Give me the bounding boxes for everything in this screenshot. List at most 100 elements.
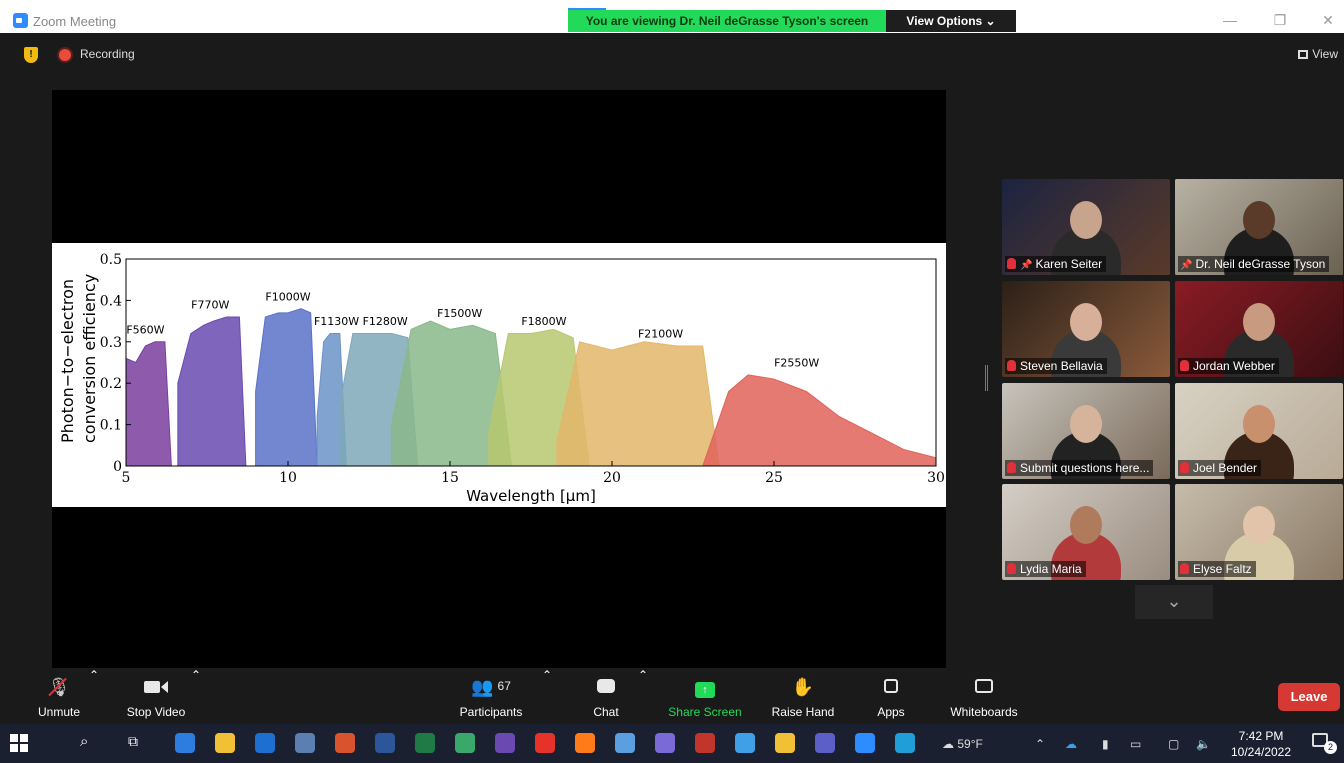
y-tick-label: 0.5 (100, 252, 122, 268)
participant-name-tag: Submit questions here... (1005, 460, 1154, 476)
participant-name: Steven Bellavia (1020, 359, 1103, 373)
participant-tile[interactable]: Submit questions here... (1002, 383, 1170, 479)
apps-button[interactable]: Apps (846, 668, 936, 724)
tray-overflow-chevron-icon[interactable]: ⌃ (1035, 737, 1045, 751)
minimize-icon[interactable]: — (1220, 12, 1240, 28)
participant-face (1243, 201, 1275, 239)
raise-hand-label: Raise Hand (771, 705, 835, 719)
participant-face (1070, 303, 1102, 341)
y-tick-label: 0.2 (100, 376, 122, 392)
taskbar-app-icon[interactable] (855, 733, 875, 753)
chat-chevron-icon[interactable]: ⌃ (637, 668, 649, 724)
taskbar-app-icon[interactable] (215, 733, 235, 753)
view-label: View (1312, 47, 1338, 61)
filter-label: F560W (126, 324, 164, 337)
participant-face (1243, 303, 1275, 341)
participant-tile[interactable]: Joel Bender (1175, 383, 1343, 479)
participant-face (1070, 405, 1102, 443)
y-tick-label: 0 (113, 459, 122, 475)
share-screen-label: Share Screen (668, 705, 742, 719)
stop-video-label: Stop Video (126, 705, 186, 719)
video-options-chevron-icon[interactable]: ⌃ (190, 668, 202, 724)
raise-hand-button[interactable]: ✋ Raise Hand (758, 668, 848, 724)
participant-tile[interactable]: Elyse Faltz (1175, 484, 1343, 580)
participants-chevron-icon[interactable]: ⌃ (541, 668, 553, 724)
raise-hand-icon: ✋ (791, 677, 815, 697)
title-bar: Zoom Meeting You are viewing Dr. Neil de… (0, 0, 1344, 33)
whiteboards-label: Whiteboards (950, 705, 1018, 719)
gallery-next-page-button[interactable]: ⌄ (1135, 585, 1213, 619)
x-tick-label: 25 (765, 470, 783, 486)
close-icon[interactable]: ✕ (1318, 12, 1338, 28)
gallery-view-icon (1298, 50, 1309, 59)
onedrive-icon[interactable]: ☁ (1065, 737, 1077, 751)
muted-microphone-icon (1180, 563, 1189, 574)
volume-icon[interactable]: 🔈 (1196, 737, 1211, 751)
participant-face (1243, 405, 1275, 443)
participant-tile[interactable]: Jordan Webber (1175, 281, 1343, 377)
taskbar-app-icon[interactable] (815, 733, 835, 753)
participant-name-tag: 📌 Karen Seiter (1005, 256, 1107, 272)
view-options-button[interactable]: View Options ⌄ (886, 10, 1016, 32)
windows-start-icon[interactable] (10, 734, 28, 752)
participants-button[interactable]: 👥 67 Participants (446, 668, 536, 724)
x-tick-label: 5 (122, 470, 131, 486)
screen-share-banner: You are viewing Dr. Neil deGrasse Tyson'… (568, 8, 886, 32)
share-screen-icon: ↑ (695, 677, 715, 698)
participant-name-tag: 📌 Dr. Neil deGrasse Tyson (1178, 256, 1330, 272)
share-screen-button[interactable]: ↑ Share Screen (660, 668, 750, 724)
muted-microphone-icon (1007, 258, 1016, 269)
taskbar-app-icon[interactable] (415, 733, 435, 753)
participant-name-tag: Jordan Webber (1178, 358, 1279, 374)
taskbar-app-icon[interactable] (335, 733, 355, 753)
microphone-tray-icon[interactable]: ▮ (1102, 737, 1109, 751)
filter-label: F1000W (265, 290, 310, 303)
taskbar-app-icon[interactable] (655, 733, 675, 753)
filter-throughput-chart: F560W F770W F1000W F1130W F1280W F1500W F1800W… (100, 252, 945, 505)
maximize-icon[interactable]: ❐ (1270, 12, 1290, 28)
muted-microphone-icon: 🎙 (47, 677, 71, 697)
taskbar-app-icon[interactable] (455, 733, 475, 753)
participant-tile[interactable]: Lydia Maria (1002, 484, 1170, 580)
taskbar-app-icon[interactable] (175, 733, 195, 753)
x-axis-label: Wavelength [μm] (466, 487, 596, 505)
taskbar-app-icon[interactable] (495, 733, 515, 753)
recording-label[interactable]: Recording (80, 47, 135, 61)
weather-temperature: 59°F (957, 737, 983, 751)
system-clock[interactable]: 7:42 PM 10/24/2022 (1228, 728, 1294, 760)
filter-label: F1280W (363, 315, 408, 328)
participant-tile[interactable]: Steven Bellavia (1002, 281, 1170, 377)
audio-options-chevron-icon[interactable]: ⌃ (88, 668, 100, 724)
battery-icon[interactable]: ▭ (1130, 737, 1141, 751)
taskbar-app-icon[interactable] (695, 733, 715, 753)
taskbar-app-icon[interactable] (895, 733, 915, 753)
panel-splitter-handle[interactable] (985, 365, 988, 391)
weather-widget[interactable]: ☁ 59°F (942, 737, 983, 751)
taskbar-app-icon[interactable] (295, 733, 315, 753)
taskbar-app-icon[interactable] (775, 733, 795, 753)
participants-label: Participants (459, 705, 523, 719)
search-icon[interactable]: ⌕ (80, 733, 100, 753)
taskbar-app-icon[interactable] (615, 733, 635, 753)
security-shield-icon[interactable]: ! (24, 47, 38, 63)
participant-tile[interactable]: 📌 Karen Seiter (1002, 179, 1170, 275)
whiteboards-button[interactable]: Whiteboards (939, 668, 1029, 724)
apps-icon (884, 677, 898, 698)
participant-tile[interactable]: 📌 Dr. Neil deGrasse Tyson (1175, 179, 1343, 275)
taskbar-app-icon[interactable] (375, 733, 395, 753)
taskbar-app-icon[interactable] (575, 733, 595, 753)
view-button[interactable]: View (1298, 47, 1338, 61)
leave-button[interactable]: Leave (1278, 683, 1340, 711)
x-tick-label: 10 (279, 470, 297, 486)
taskbar-app-icon[interactable] (735, 733, 755, 753)
taskbar-app-icon[interactable] (255, 733, 275, 753)
taskbar-app-icon[interactable] (535, 733, 555, 753)
network-icon[interactable]: ▢ (1168, 737, 1179, 751)
apps-label: Apps (877, 705, 905, 719)
stop-video-button[interactable]: Stop Video (111, 668, 201, 724)
notification-count: 2 (1324, 741, 1337, 754)
task-view-icon[interactable]: ⧉ (128, 733, 148, 753)
filter-area-f2550w (702, 374, 937, 467)
filter-area-f770w (177, 316, 247, 467)
notifications-icon[interactable]: 2 (1312, 733, 1337, 754)
